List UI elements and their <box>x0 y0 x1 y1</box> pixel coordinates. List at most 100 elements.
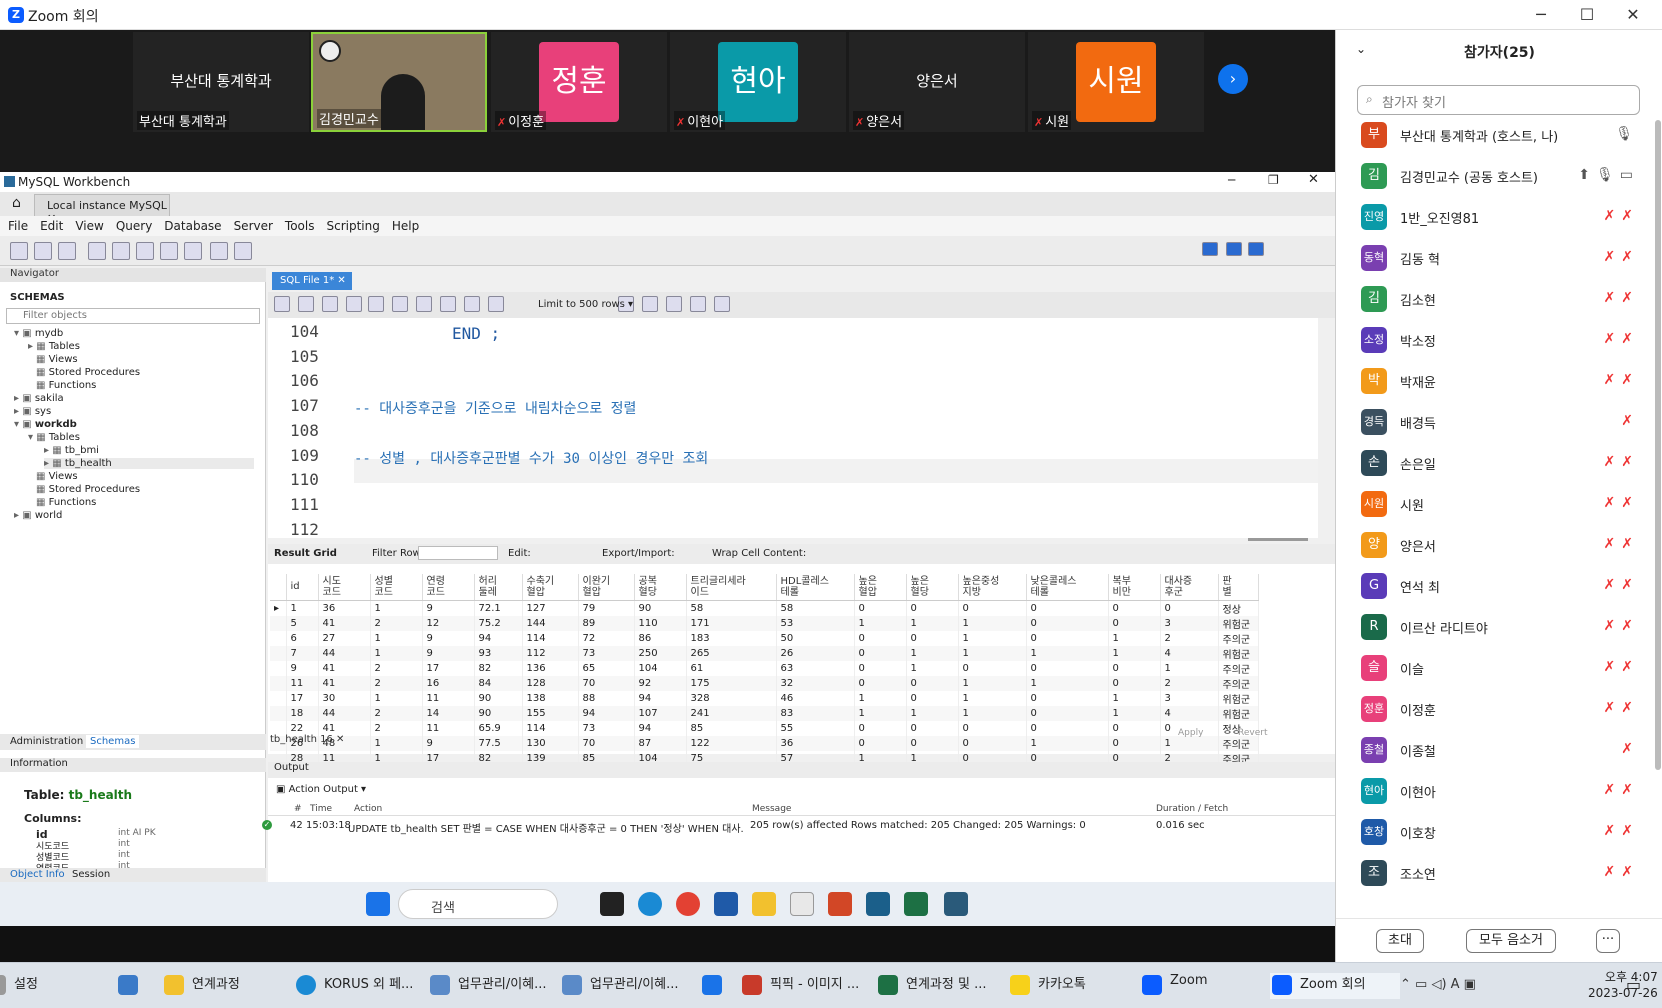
table-cell[interactable]: 265 <box>686 645 777 661</box>
menu-item-tools[interactable]: Tools <box>285 219 315 233</box>
participant-status-icons[interactable]: ✗✗ <box>1604 782 1639 798</box>
chrome-icon[interactable] <box>676 892 700 916</box>
table-cell[interactable]: 0 <box>958 600 1027 616</box>
table-cell[interactable]: 0 <box>906 630 959 646</box>
excel-icon[interactable] <box>904 892 928 916</box>
video-tile[interactable]: 부산대 통계학과 부산대 통계학과 <box>133 32 309 132</box>
table-cell[interactable]: 17 <box>286 690 319 706</box>
tree-item[interactable]: ▦ Stored Procedures <box>36 484 140 495</box>
table-cell[interactable]: 1 <box>906 615 959 631</box>
participant-status-icons[interactable]: ✗✗ <box>1604 290 1639 306</box>
table-row[interactable]: 17 30 1 11 90 138 88 94 328 46 1 0 1 0 1 3 위험군 <box>270 690 1259 706</box>
table-cell[interactable]: 위험군 <box>1218 645 1259 661</box>
table-row[interactable]: 11 41 2 16 84 128 70 92 175 32 0 0 1 1 0 2 주의군 <box>270 675 1259 691</box>
tree-item[interactable]: ▸ ▣ world <box>14 510 62 521</box>
table-cell[interactable]: 90 <box>474 690 523 706</box>
table-cell[interactable]: 58 <box>776 600 855 616</box>
table-cell[interactable]: 주의군 <box>1218 660 1259 676</box>
table-cell[interactable]: 82 <box>474 660 523 676</box>
table-cell[interactable]: 18 <box>286 705 319 721</box>
taskbar-item[interactable]: Zoom <box>1140 973 1207 999</box>
code-line[interactable]: END ; <box>452 324 500 343</box>
menu-item-scripting[interactable]: Scripting <box>326 219 379 233</box>
participant-row[interactable]: 소정 박소정 ✗✗ <box>1336 321 1662 362</box>
table-cell[interactable]: 1 <box>854 690 907 706</box>
participant-status-icons[interactable]: ✗✗ <box>1604 454 1639 470</box>
table-cell[interactable]: 90 <box>634 600 687 616</box>
sql-toolbar-icon[interactable] <box>464 296 480 312</box>
workbench-taskbar-icon[interactable] <box>944 892 968 916</box>
session-tab[interactable]: Session <box>72 869 110 880</box>
table-cell[interactable]: 1 <box>958 630 1027 646</box>
table-cell[interactable]: 11 <box>286 675 319 691</box>
limit-rows-select[interactable]: Limit to 500 rows ▾ <box>538 299 633 310</box>
grid-column-header[interactable]: 높은중성 지방 <box>958 574 1027 601</box>
table-cell[interactable]: 0 <box>906 735 959 751</box>
table-cell[interactable]: 94 <box>634 720 687 736</box>
table-cell[interactable]: 0 <box>1108 615 1161 631</box>
table-cell[interactable]: 0 <box>906 600 959 616</box>
table-row[interactable]: 18 44 2 14 90 155 94 107 241 83 1 1 1 0 1 4 위험군 <box>270 705 1259 721</box>
table-cell[interactable]: 17 <box>422 660 475 676</box>
table-cell[interactable]: 63 <box>776 660 855 676</box>
scrollbar[interactable] <box>1655 120 1661 770</box>
grid-column-header[interactable]: 허리 둘레 <box>474 574 523 601</box>
table-cell[interactable]: 0 <box>854 645 907 661</box>
table-cell[interactable]: 0 <box>854 630 907 646</box>
filter-objects-input[interactable]: Filter objects <box>6 308 260 324</box>
table-cell[interactable]: 1 <box>1108 705 1161 721</box>
table-cell[interactable]: 175 <box>686 675 777 691</box>
table-cell[interactable]: 46 <box>776 690 855 706</box>
table-cell[interactable]: 1 <box>370 630 423 646</box>
table-cell[interactable]: 0 <box>854 735 907 751</box>
table-cell[interactable]: 2 <box>370 660 423 676</box>
participant-row[interactable]: 시원 시원 ✗✗ <box>1336 485 1662 526</box>
table-cell[interactable]: 0 <box>1108 675 1161 691</box>
table-cell[interactable]: 0 <box>906 675 959 691</box>
participant-row[interactable]: 부 부산대 통계학과 (호스트, 나) 🎙 <box>1336 116 1662 157</box>
taskbar-search[interactable]: 검색 <box>398 889 558 919</box>
toolbar-button-icon[interactable] <box>58 242 76 260</box>
grid-column-header[interactable]: 시도 코드 <box>318 574 371 601</box>
tree-item[interactable]: ▦ Stored Procedures <box>36 367 140 378</box>
table-cell[interactable]: 61 <box>686 660 777 676</box>
table-cell[interactable]: 11 <box>422 720 475 736</box>
tree-item[interactable]: ▦ Views <box>36 471 78 482</box>
participant-row[interactable]: 진영 1반_오진영81 ✗✗ <box>1336 198 1662 239</box>
participant-status-icons[interactable]: ✗✗ <box>1604 864 1639 880</box>
table-cell[interactable]: 90 <box>474 705 523 721</box>
table-cell[interactable]: 127 <box>522 600 579 616</box>
toolbar-button-icon[interactable] <box>210 242 228 260</box>
table-cell[interactable]: 155 <box>522 705 579 721</box>
result-table[interactable]: id 시도 코드 성별 코드 연령 코드 허리 둘레 수축기 혈압 이완기 혈압 공복 혈당 트리글리세라 이드… <box>270 574 1259 766</box>
table-cell[interactable]: 138 <box>522 690 579 706</box>
table-cell[interactable]: 122 <box>686 735 777 751</box>
table-cell[interactable]: 1 <box>370 600 423 616</box>
grid-column-header[interactable]: 판별 <box>1218 574 1259 601</box>
table-cell[interactable]: 0 <box>1026 690 1109 706</box>
table-cell[interactable]: 1 <box>1026 675 1109 691</box>
close-button[interactable]: ✕ <box>1622 4 1644 26</box>
tree-item[interactable]: ▾ ▦ Tables <box>28 432 80 443</box>
sql-toolbar-icon[interactable] <box>322 296 338 312</box>
table-cell[interactable]: 130 <box>522 735 579 751</box>
participant-status-icons[interactable]: ✗ <box>1621 413 1639 429</box>
table-cell[interactable]: 30 <box>318 690 371 706</box>
participant-row[interactable]: 슬 이슬 ✗✗ <box>1336 649 1662 690</box>
grid-column-header[interactable]: id <box>286 574 319 601</box>
table-cell[interactable]: 104 <box>634 660 687 676</box>
table-cell[interactable]: 50 <box>776 630 855 646</box>
table-cell[interactable]: 7 <box>286 645 319 661</box>
table-cell[interactable]: 1 <box>958 705 1027 721</box>
tree-item[interactable]: ▦ Functions <box>36 497 96 508</box>
table-cell[interactable]: 241 <box>686 705 777 721</box>
taskbar-item-active[interactable]: Zoom 회의 <box>1270 973 1400 999</box>
table-cell[interactable]: 2 <box>370 615 423 631</box>
table-cell[interactable]: 1 <box>370 645 423 661</box>
clock[interactable]: 오후 4:07 2023-07-26 <box>1588 969 1658 1001</box>
table-cell[interactable]: 250 <box>634 645 687 661</box>
sql-toolbar-icon[interactable] <box>368 296 384 312</box>
wb-restore-button[interactable]: ❐ <box>1268 173 1279 187</box>
table-cell[interactable]: 12 <box>422 615 475 631</box>
table-cell[interactable]: 0 <box>1026 615 1109 631</box>
